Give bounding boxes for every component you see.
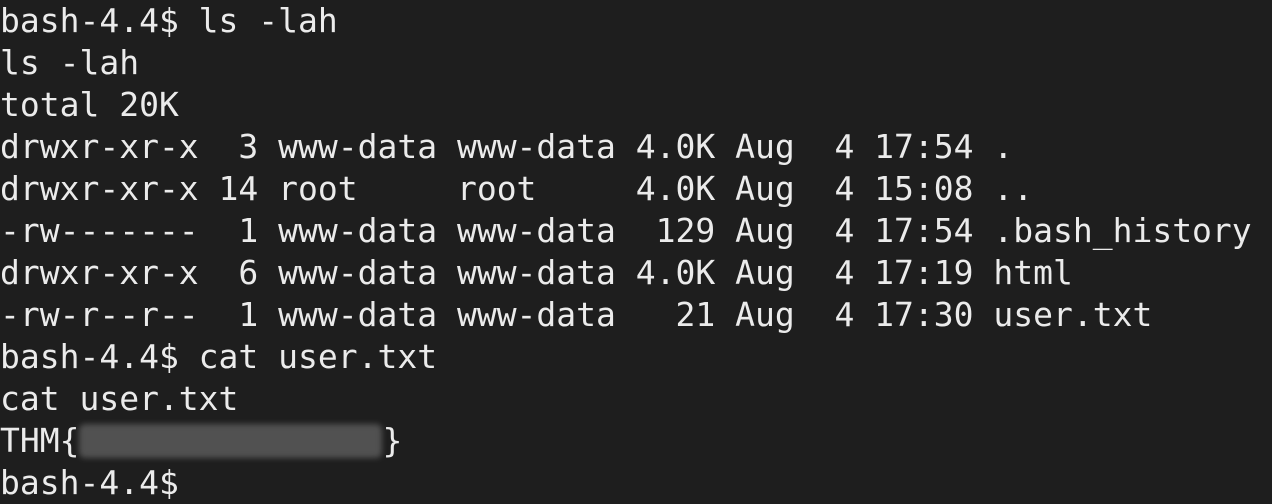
redacted-flag-blur <box>79 424 383 458</box>
output-line: total 20K <box>0 85 179 124</box>
prompt-line: bash-4.4$ cat user.txt <box>0 337 438 376</box>
terminal-window[interactable]: bash-4.4$ ls -lah ls -lah total 20K drwx… <box>0 0 1272 502</box>
flag-suffix: } <box>382 421 403 460</box>
flag-line: THM{} <box>0 420 1272 462</box>
command-echo: cat user.txt <box>0 379 239 418</box>
output-line: -rw------- 1 www-data www-data 129 Aug 4… <box>0 211 1252 250</box>
flag-prefix: THM{ <box>0 421 80 460</box>
output-line: drwxr-xr-x 14 root root 4.0K Aug 4 15:08… <box>0 169 1034 208</box>
current-prompt[interactable]: bash-4.4$ <box>0 462 1272 504</box>
output-line: drwxr-xr-x 3 www-data www-data 4.0K Aug … <box>0 127 1014 166</box>
prompt-line: bash-4.4$ ls -lah <box>0 1 338 40</box>
output-line: -rw-r--r-- 1 www-data www-data 21 Aug 4 … <box>0 295 1153 334</box>
command-echo: ls -lah <box>0 43 140 82</box>
output-line: drwxr-xr-x 6 www-data www-data 4.0K Aug … <box>0 253 1073 292</box>
